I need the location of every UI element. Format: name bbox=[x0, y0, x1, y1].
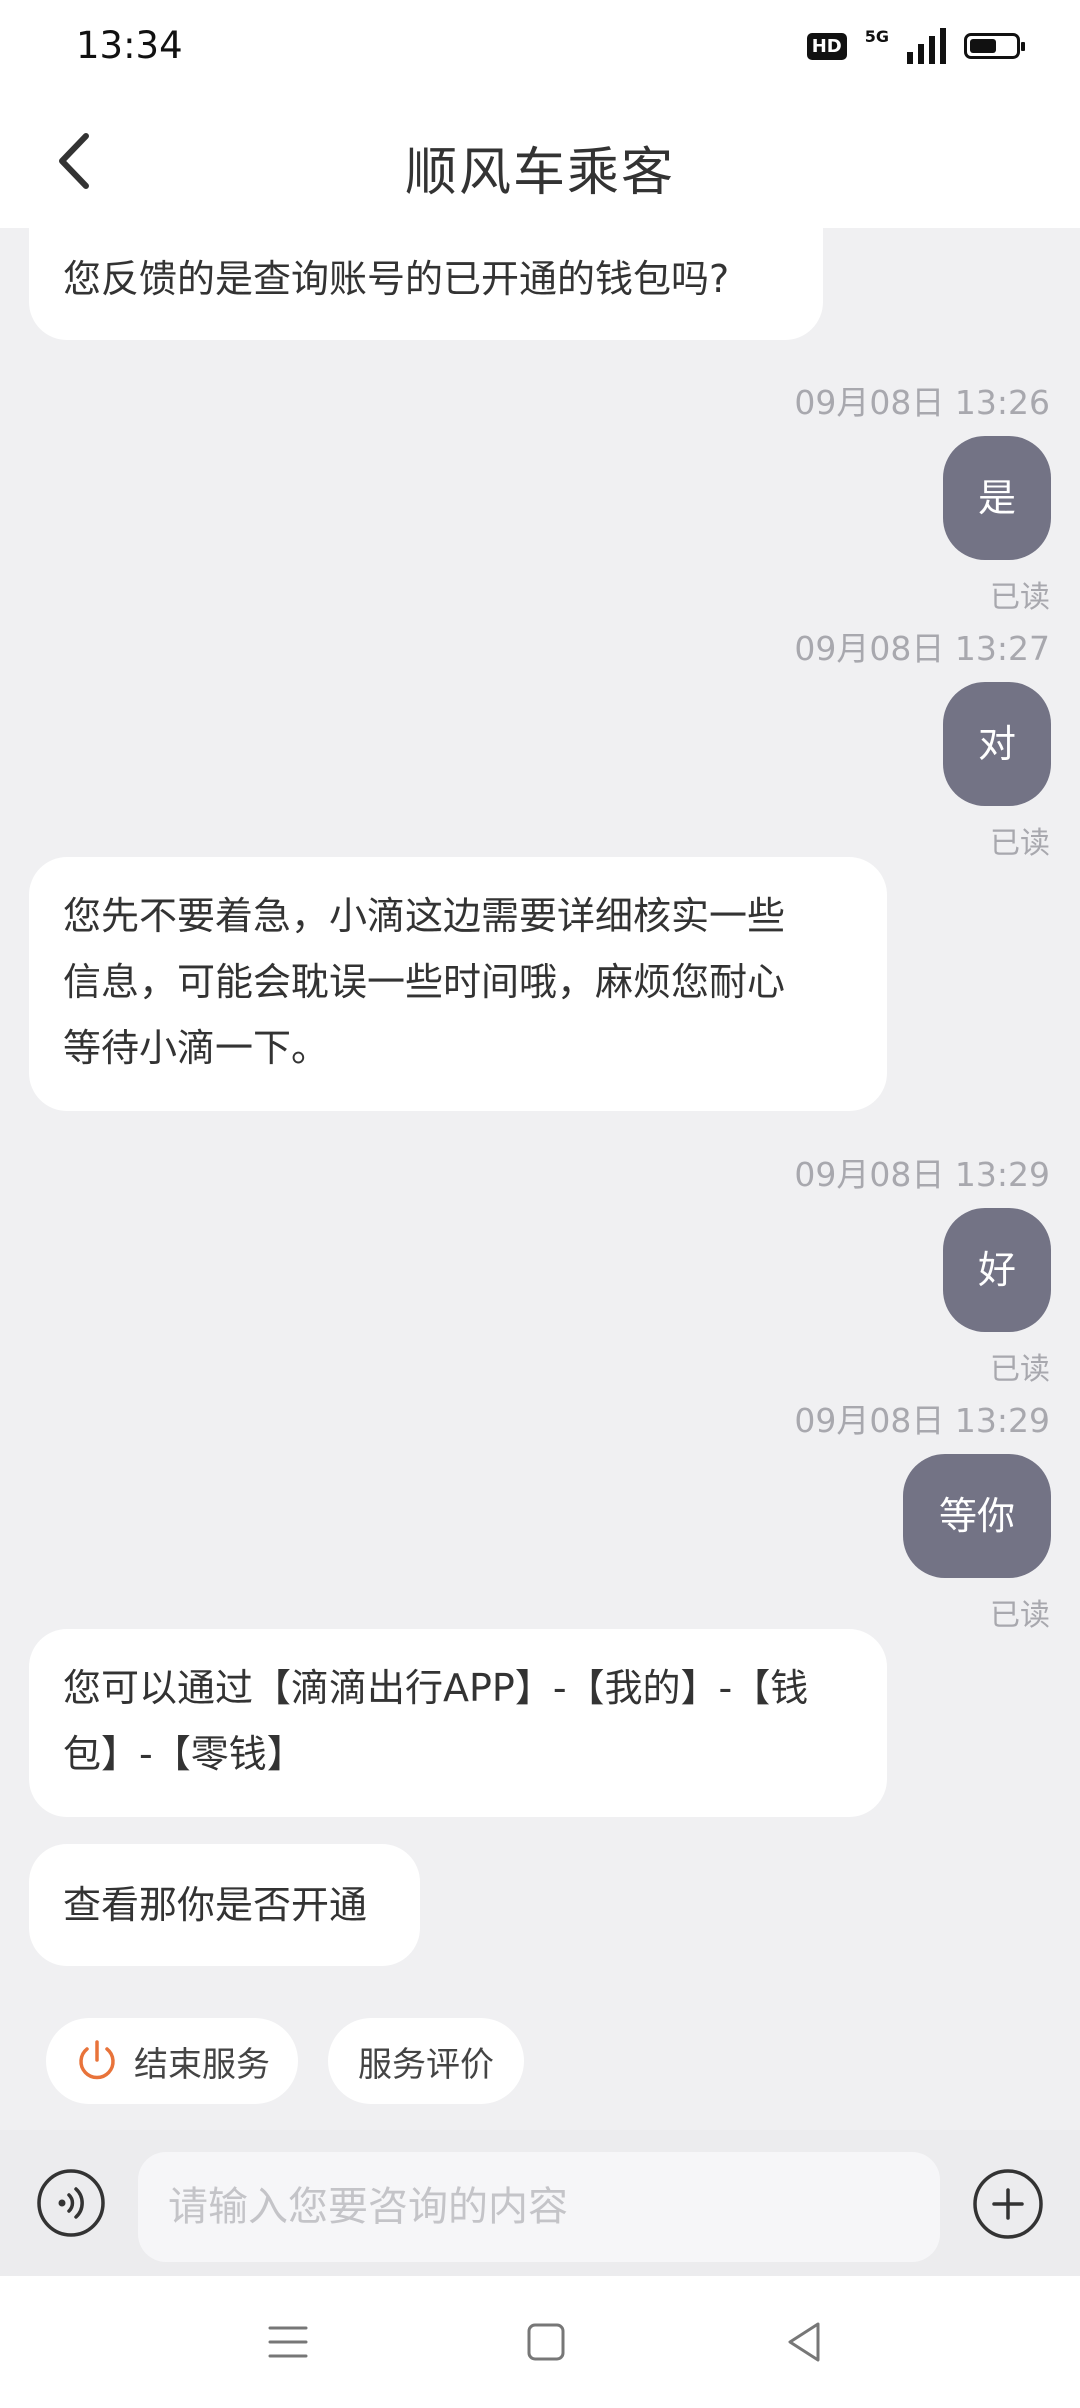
rate-service-button[interactable]: 服务评价 bbox=[328, 2018, 524, 2104]
message-timestamp: 09月08日 13:29 bbox=[794, 1401, 1050, 1440]
system-nav-bar bbox=[0, 2276, 1080, 2408]
status-time: 13:34 bbox=[76, 24, 183, 67]
message-input[interactable] bbox=[138, 2152, 940, 2262]
input-bar bbox=[0, 2130, 1080, 2276]
network-label: 5G bbox=[864, 26, 889, 46]
header: 顺风车乘客 bbox=[0, 96, 1080, 228]
agent-message: 您先不要着急，小滴这边需要详细核实一些 信息，可能会耽误一些时间哦，麻烦您耐心 … bbox=[29, 857, 887, 1111]
read-status: 已读 bbox=[990, 1598, 1050, 1633]
message-timestamp: 09月08日 13:27 bbox=[794, 629, 1050, 668]
agent-message: 您反馈的是查询账号的已开通的钱包吗? bbox=[29, 228, 823, 340]
user-message: 是 bbox=[943, 436, 1051, 560]
message-timestamp: 09月08日 13:26 bbox=[794, 383, 1050, 422]
status-icons: HD 5G bbox=[806, 26, 1025, 64]
message-timestamp: 09月08日 13:29 bbox=[794, 1155, 1050, 1194]
read-status: 已读 bbox=[990, 826, 1050, 861]
user-message: 好 bbox=[943, 1208, 1051, 1332]
home-icon[interactable] bbox=[520, 2316, 572, 2368]
chat-area[interactable]: 您反馈的是查询账号的已开通的钱包吗? 09月08日 13:26 是 已读 09月… bbox=[0, 228, 1080, 2130]
signal-icon bbox=[907, 28, 946, 64]
plus-icon[interactable] bbox=[972, 2168, 1044, 2240]
status-bar: 13:34 HD 5G bbox=[0, 0, 1080, 96]
voice-icon[interactable] bbox=[36, 2168, 106, 2238]
power-icon bbox=[79, 2040, 115, 2080]
user-message: 等你 bbox=[903, 1454, 1051, 1578]
hd-badge: HD bbox=[806, 32, 847, 60]
read-status: 已读 bbox=[990, 580, 1050, 615]
read-status: 已读 bbox=[990, 1352, 1050, 1387]
agent-message: 您可以通过【滴滴出行APP】-【我的】-【钱 包】-【零钱】 bbox=[29, 1629, 887, 1817]
user-message: 对 bbox=[943, 682, 1051, 806]
battery-icon bbox=[964, 33, 1025, 59]
back-triangle-icon[interactable] bbox=[778, 2316, 830, 2368]
menu-icon[interactable] bbox=[262, 2316, 314, 2368]
page-title: 顺风车乘客 bbox=[404, 143, 675, 203]
end-service-button[interactable]: 结束服务 bbox=[46, 2018, 298, 2104]
agent-message: 查看那你是否开通 bbox=[29, 1844, 420, 1966]
